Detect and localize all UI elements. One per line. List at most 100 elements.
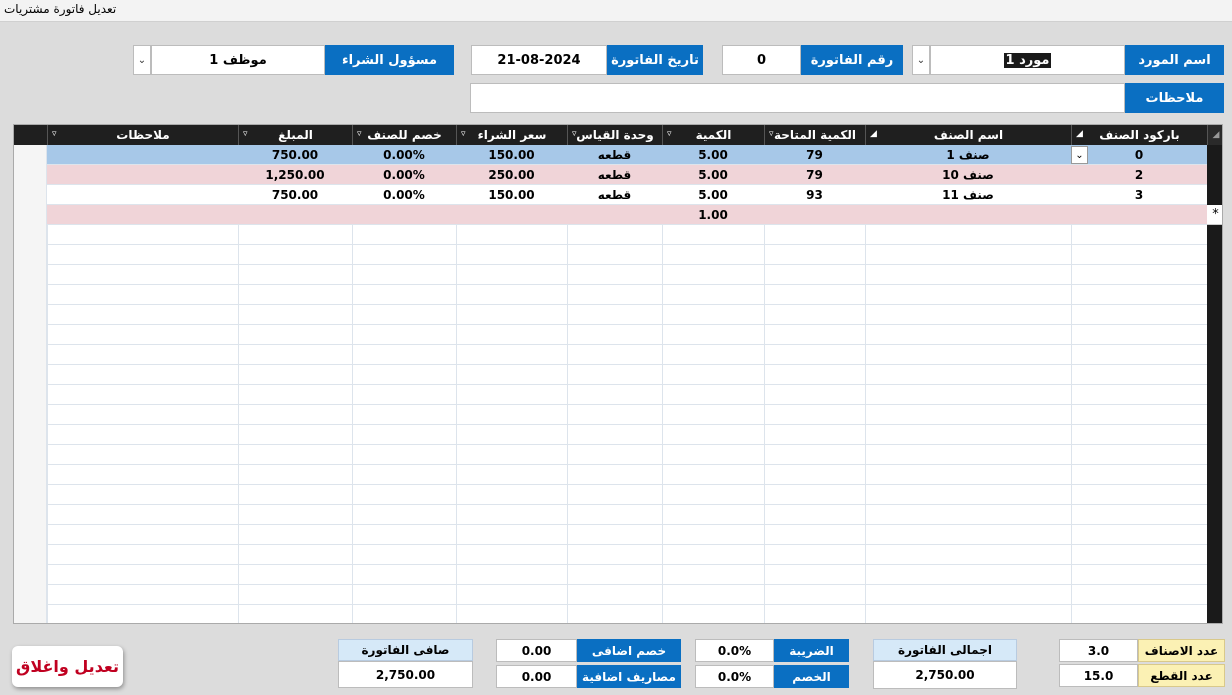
cell-quantity[interactable]: 5.00 <box>662 165 764 185</box>
select-all-corner[interactable]: ◢ <box>1207 125 1222 145</box>
cell-amount[interactable]: 750.00 <box>238 185 352 205</box>
grid-row-line <box>47 365 1207 385</box>
grid-row-line <box>47 265 1207 285</box>
notes-label: ملاحظات <box>1125 83 1224 113</box>
tax-field[interactable]: 0.0% <box>695 639 774 662</box>
col-unit[interactable]: ▿ وحدة القياس <box>567 125 662 145</box>
cell-available-qty[interactable]: 93 <box>764 185 865 205</box>
cell-item-name[interactable] <box>865 205 1071 225</box>
cell-item-discount[interactable]: 0.00% <box>352 185 456 205</box>
cell-unit[interactable]: قطعه <box>567 165 662 185</box>
table-row[interactable]: 1.00 <box>47 205 1207 225</box>
grid-row-line <box>47 585 1207 605</box>
buyer-dropdown-button[interactable]: ⌄ <box>133 45 151 75</box>
cell-unit[interactable]: قطعه <box>567 145 662 165</box>
cell-item-discount[interactable]: 0.00% <box>352 165 456 185</box>
notes-field[interactable] <box>470 83 1125 113</box>
buyer-label: مسؤول الشراء <box>325 45 454 75</box>
dropdown-icon: ▿ <box>243 129 248 139</box>
cell-quantity[interactable]: 1.00 <box>662 205 764 225</box>
invoice-number-field[interactable]: 0 <box>722 45 801 75</box>
cell-barcode[interactable]: 3 <box>1071 185 1207 205</box>
net-invoice-value: 2,750.00 <box>338 661 473 688</box>
cell-purchase-price[interactable] <box>456 205 567 225</box>
items-grid[interactable]: ◢ ◢ باركود الصنف ◢ اسم الصنف ▿ الكمية المتا… <box>13 124 1223 624</box>
col-item-discount[interactable]: ▿ خصم للصنف <box>352 125 456 145</box>
grid-row-line <box>47 605 1207 623</box>
cell-available-qty[interactable]: 79 <box>764 165 865 185</box>
grid-row-line <box>47 505 1207 525</box>
invoice-date-field[interactable]: 21-08-2024 <box>471 45 607 75</box>
cell-unit[interactable] <box>567 205 662 225</box>
cell-available-qty[interactable]: 79 <box>764 145 865 165</box>
col-quantity[interactable]: ▿ الكمية <box>662 125 764 145</box>
supplier-field[interactable]: مورد 1 <box>930 45 1125 75</box>
cell-purchase-price[interactable]: 150.00 <box>456 185 567 205</box>
extra-discount-label: خصم اضافى <box>577 639 681 662</box>
cell-notes[interactable] <box>47 165 238 185</box>
dropdown-icon: ▿ <box>667 129 672 139</box>
cell-barcode[interactable]: 0 <box>1071 145 1207 165</box>
invoice-date-label: تاريخ الفاتورة <box>607 45 703 75</box>
chevron-down-icon: ⌄ <box>916 54 926 66</box>
grid-left-margin <box>14 145 47 623</box>
cell-amount[interactable]: 750.00 <box>238 145 352 165</box>
cell-barcode[interactable] <box>1071 205 1207 225</box>
cell-item-name[interactable]: صنف 10 <box>865 165 1071 185</box>
col-available-qty[interactable]: ▿ الكمية المتاحة <box>764 125 865 145</box>
row-selector-column[interactable]: * <box>1207 145 1222 623</box>
save-and-close-button[interactable]: تعديل واغلاق <box>12 646 123 687</box>
title-bar: تعديل فاتورة مشتريات <box>0 0 1232 22</box>
extra-expenses-field[interactable]: 0.00 <box>496 665 577 688</box>
cell-item-name[interactable]: صنف 1 <box>865 145 1071 165</box>
extra-discount-field[interactable]: 0.00 <box>496 639 577 662</box>
invoice-total-label: اجمالى الفاتورة <box>873 639 1017 661</box>
grid-row-line <box>47 245 1207 265</box>
cell-available-qty[interactable] <box>764 205 865 225</box>
table-row[interactable]: 0 صنف 1 79 5.00 قطعه 150.00 0.00% 750.00 <box>47 145 1207 165</box>
supplier-dropdown-button[interactable]: ⌄ <box>912 45 930 75</box>
grid-row-line <box>47 545 1207 565</box>
discount-label: الخصم <box>774 665 849 688</box>
grid-row-line <box>47 385 1207 405</box>
barcode-combo-button[interactable]: ⌄ <box>1071 146 1088 164</box>
grid-row-line <box>47 425 1207 445</box>
filter-icon: ◢ <box>1076 129 1083 139</box>
corner-icon: ◢ <box>1212 130 1220 140</box>
dropdown-icon: ▿ <box>461 129 466 139</box>
cell-item-name[interactable]: صنف 11 <box>865 185 1071 205</box>
cell-item-discount[interactable] <box>352 205 456 225</box>
tax-label: الضريبة <box>774 639 849 662</box>
cell-quantity[interactable]: 5.00 <box>662 185 764 205</box>
col-purchase-price[interactable]: ▿ سعر الشراء <box>456 125 567 145</box>
discount-field[interactable]: 0.0% <box>695 665 774 688</box>
col-barcode[interactable]: ◢ باركود الصنف <box>1071 125 1207 145</box>
cell-notes[interactable] <box>47 145 238 165</box>
table-row[interactable]: 3 صنف 11 93 5.00 قطعه 150.00 0.00% 750.00 <box>47 185 1207 205</box>
grid-row-line <box>47 325 1207 345</box>
grid-row-line <box>47 405 1207 425</box>
new-row-marker: * <box>1207 205 1222 225</box>
table-row[interactable]: 2 صنف 10 79 5.00 قطعه 250.00 0.00% 1,250.00 <box>47 165 1207 185</box>
col-amount[interactable]: ▿ المبلغ <box>238 125 352 145</box>
supplier-label: اسم المورد <box>1125 45 1224 75</box>
cell-purchase-price[interactable]: 150.00 <box>456 145 567 165</box>
cell-purchase-price[interactable]: 250.00 <box>456 165 567 185</box>
pieces-count-label: عدد القطع <box>1138 664 1225 687</box>
cell-amount[interactable]: 1,250.00 <box>238 165 352 185</box>
grid-row-line <box>47 305 1207 325</box>
col-notes[interactable]: ▿ ملاحظات <box>47 125 238 145</box>
col-item-name[interactable]: ◢ اسم الصنف <box>865 125 1071 145</box>
grid-row-line <box>47 465 1207 485</box>
dropdown-icon: ▿ <box>572 129 577 139</box>
cell-unit[interactable]: قطعه <box>567 185 662 205</box>
items-count-label: عدد الاصناف <box>1138 639 1225 662</box>
buyer-field[interactable]: موظف 1 <box>151 45 325 75</box>
cell-barcode[interactable]: 2 <box>1071 165 1207 185</box>
cell-amount[interactable] <box>238 205 352 225</box>
cell-item-discount[interactable]: 0.00% <box>352 145 456 165</box>
invoice-number-label: رقم الفاتورة <box>801 45 903 75</box>
cell-quantity[interactable]: 5.00 <box>662 145 764 165</box>
cell-notes[interactable] <box>47 185 238 205</box>
cell-notes[interactable] <box>47 205 238 225</box>
